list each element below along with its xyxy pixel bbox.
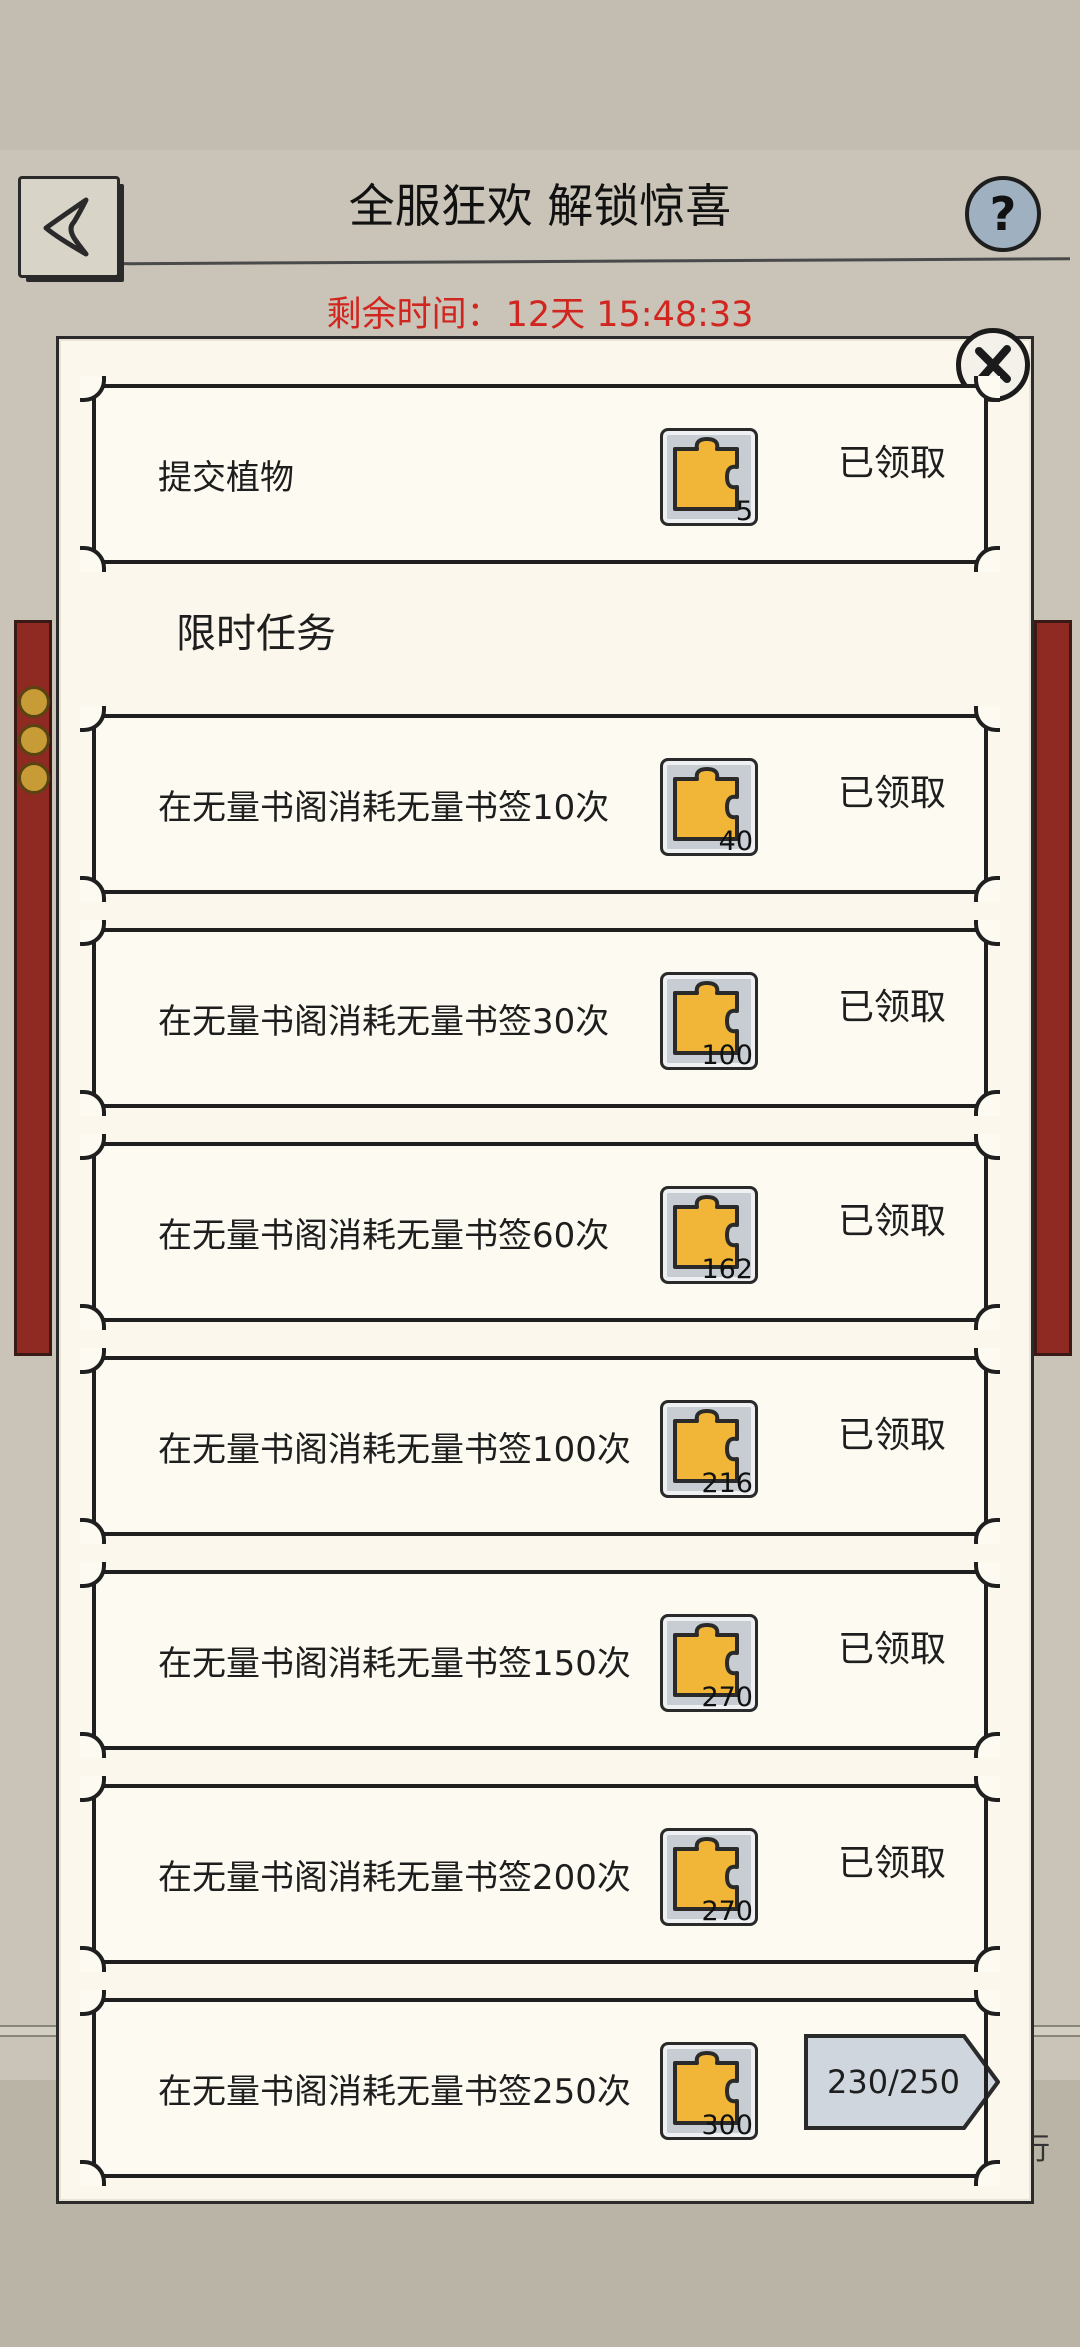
task-text: 在无量书阁消耗无量书签150次	[158, 1643, 631, 1684]
task-card: 在无量书阁消耗无量书签10次 40 已领取	[80, 706, 1000, 902]
reward-box[interactable]: 300	[660, 2042, 758, 2141]
reward-count: 216	[701, 1468, 753, 1499]
claimed-status: 已领取	[838, 987, 947, 1028]
task-card: 在无量书阁消耗无量书签60次 162 已领取	[80, 1134, 1000, 1330]
reward-box[interactable]: 5	[660, 428, 758, 527]
task-card: 在无量书阁消耗无量书签30次 100 已领取	[80, 920, 1000, 1116]
timer-value: 12天 15:48:33	[505, 295, 754, 335]
reward-box[interactable]: 270	[660, 1614, 758, 1713]
reward-count: 162	[701, 1254, 753, 1285]
task-card: 在无量书阁消耗无量书签150次 270 已领取	[80, 1562, 1000, 1758]
claimed-status: 已领取	[838, 1415, 947, 1456]
reward-box[interactable]: 216	[660, 1400, 758, 1499]
reward-box[interactable]: 100	[660, 972, 758, 1071]
reward-count: 100	[701, 1040, 753, 1071]
task-card: 在无量书阁消耗无量书签200次 270 已领取	[80, 1776, 1000, 1972]
timer-label: 剩余时间：	[326, 295, 502, 335]
task-text: 在无量书阁消耗无量书签200次	[158, 1857, 631, 1898]
reward-count: 270	[701, 1682, 753, 1713]
page-title: 全服狂欢 解锁惊喜	[348, 179, 732, 233]
reward-count: 270	[701, 1896, 753, 1927]
task-text: 在无量书阁消耗无量书签30次	[158, 1001, 610, 1042]
claimed-status: 已领取	[838, 773, 947, 814]
reward-box[interactable]: 162	[660, 1186, 758, 1285]
task-text: 在无量书阁消耗无量书签60次	[158, 1215, 610, 1256]
claimed-status: 已领取	[838, 1843, 947, 1884]
claimed-status: 已领取	[838, 1201, 947, 1242]
puzzle-piece-icon	[673, 437, 739, 511]
countdown-timer: 剩余时间： 12天 15:48:33	[0, 286, 1080, 337]
task-text: 在无量书阁消耗无量书签100次	[158, 1429, 631, 1470]
reward-box[interactable]: 40	[660, 758, 758, 857]
task-card: 在无量书阁消耗无量书签250次 300 230/250	[80, 1990, 1000, 2186]
claimed-status: 已领取	[838, 1629, 947, 1670]
background-top	[0, 0, 1080, 150]
side-coins-decoration	[6, 680, 54, 820]
reward-count: 40	[718, 826, 753, 857]
claimed-status: 已领取	[838, 443, 947, 484]
help-button[interactable]: ?	[965, 176, 1041, 252]
task-card: 在无量书阁消耗无量书签100次 216 已领取	[80, 1348, 1000, 1544]
right-scroll-decoration	[1034, 620, 1072, 1356]
section-title: 限时任务	[176, 611, 336, 657]
progress-indicator[interactable]: 230/250	[804, 2034, 1000, 2130]
reward-count: 5	[735, 496, 753, 527]
task-text: 提交植物	[158, 457, 294, 498]
task-text: 在无量书阁消耗无量书签250次	[158, 2071, 631, 2112]
task-card-submit-plant: 提交植物 5 已领取	[80, 376, 1000, 572]
reward-count: 300	[701, 2110, 753, 2141]
question-icon: ?	[989, 187, 1017, 241]
reward-box[interactable]: 270	[660, 1828, 758, 1927]
task-text: 在无量书阁消耗无量书签10次	[158, 787, 610, 828]
